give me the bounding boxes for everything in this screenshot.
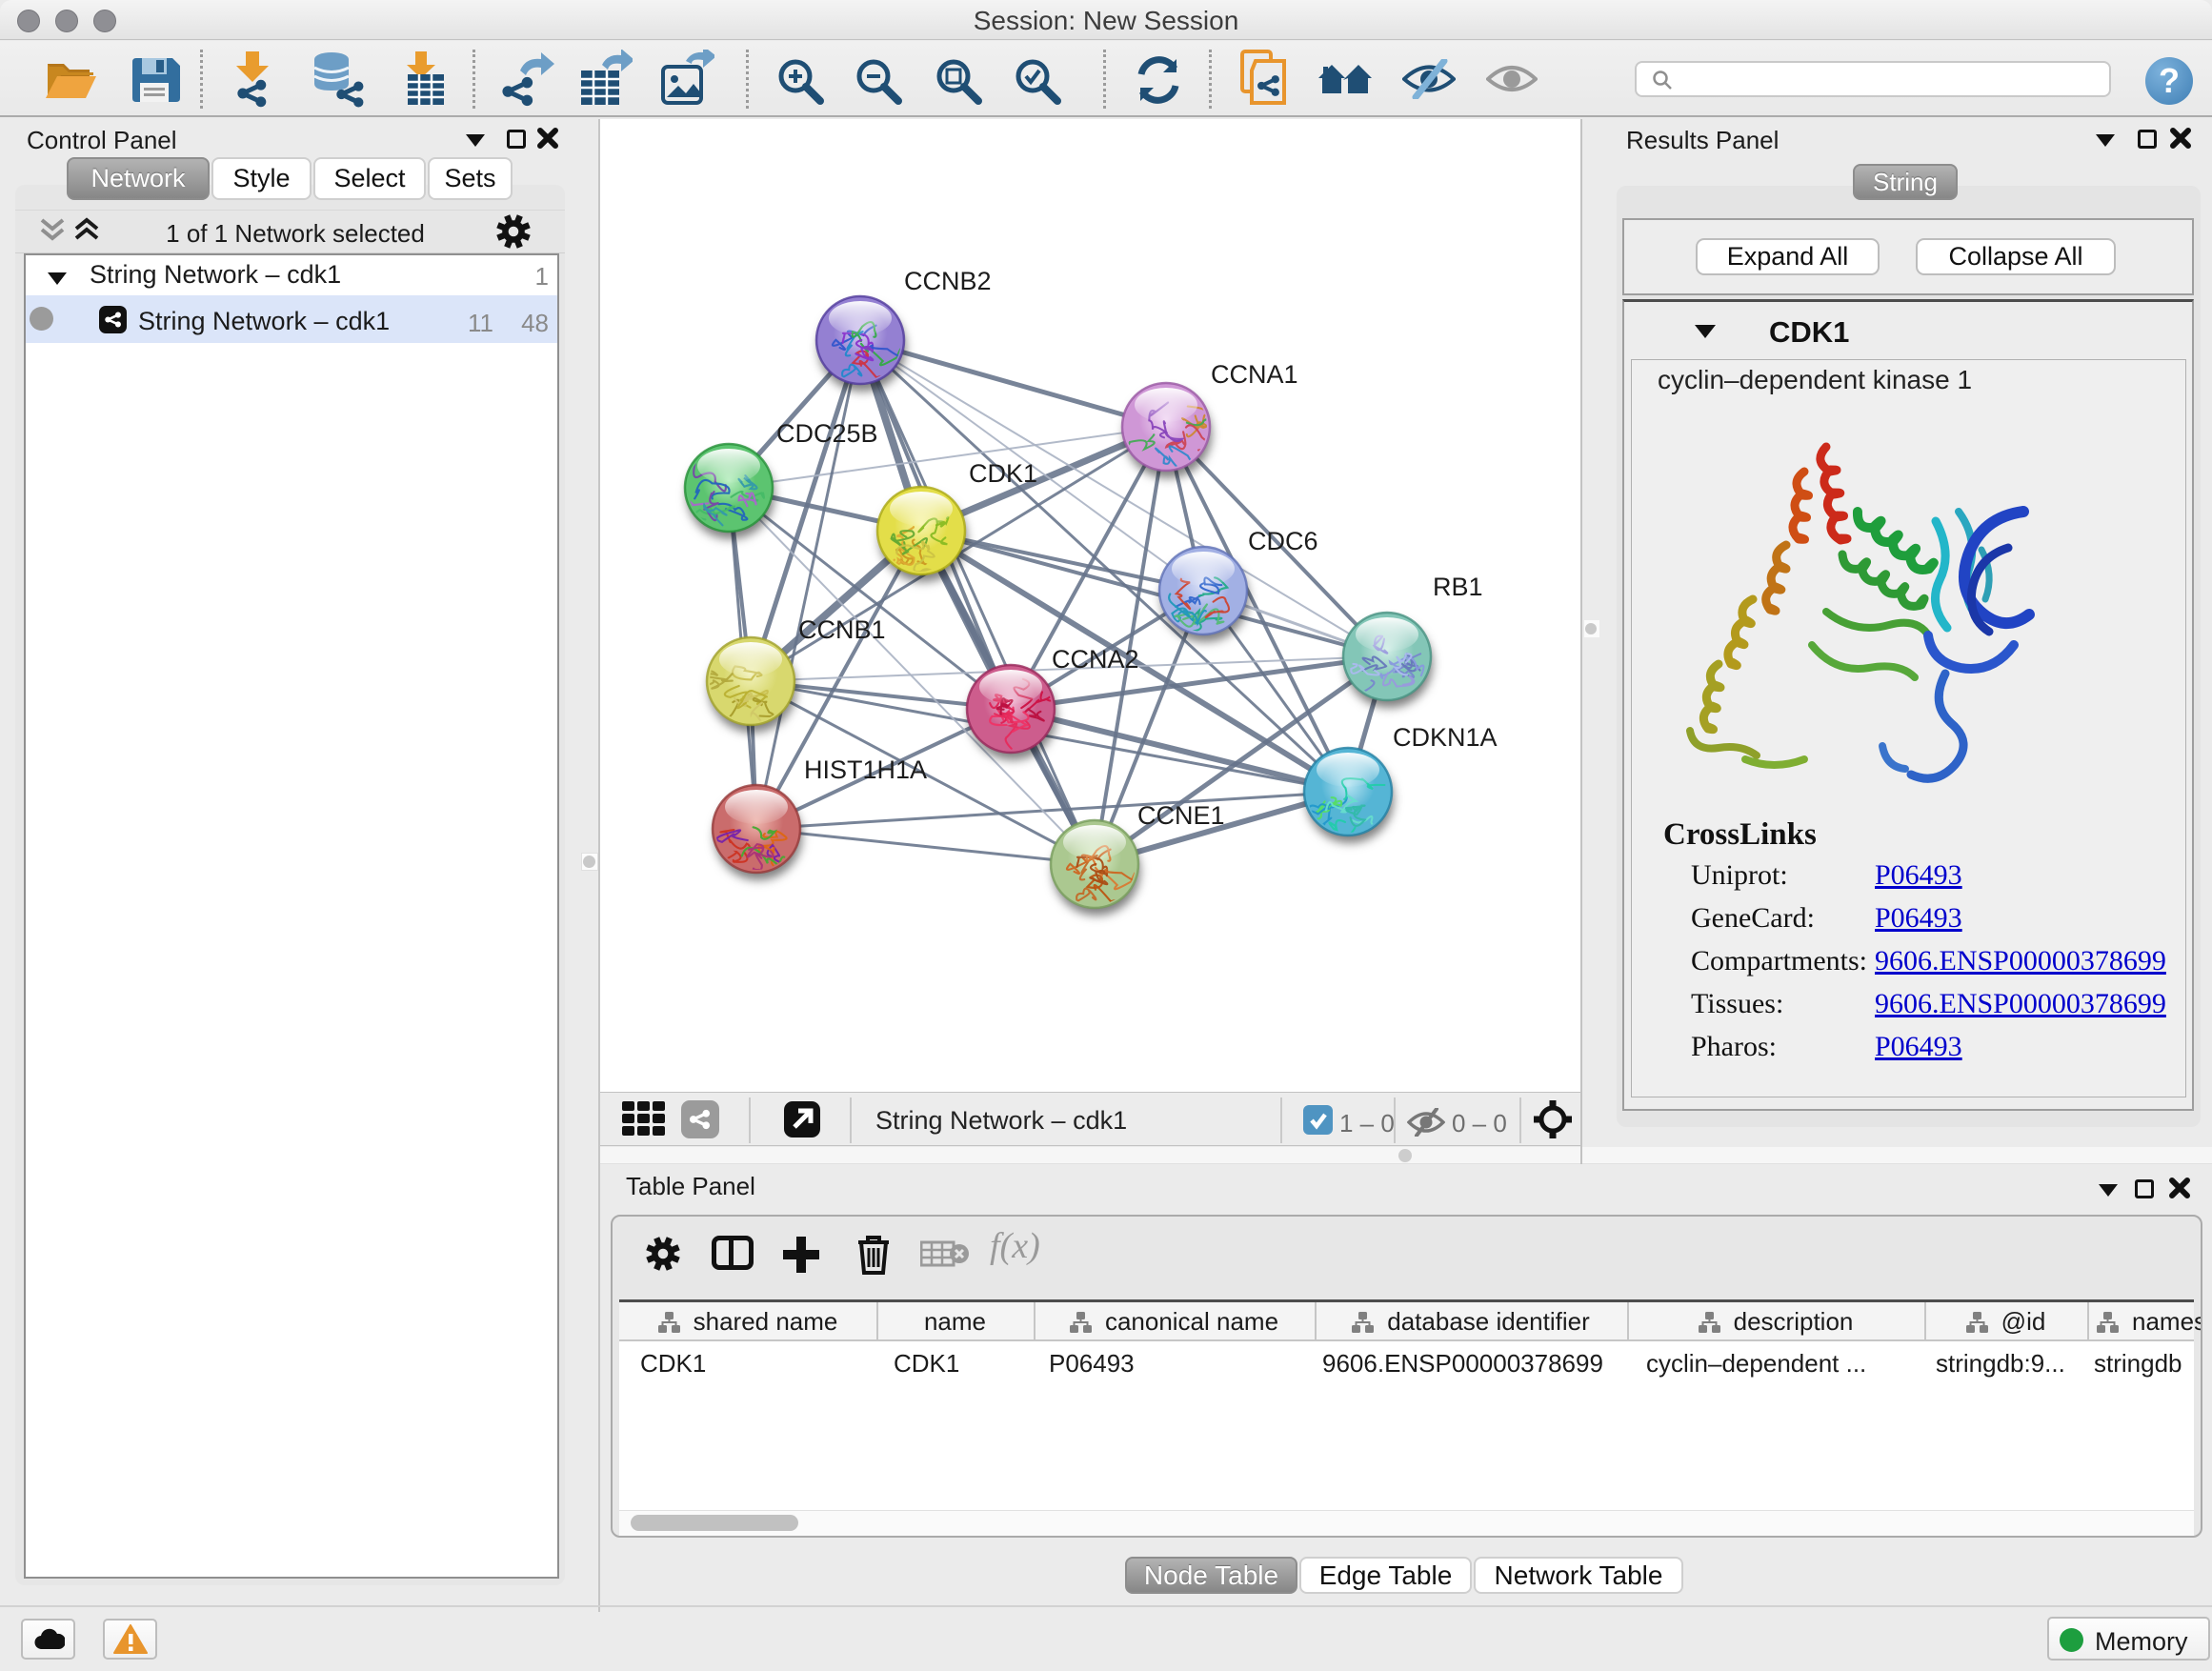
svg-text:CDKN1A: CDKN1A bbox=[1393, 723, 1498, 752]
svg-text:CDC6: CDC6 bbox=[1248, 527, 1318, 555]
svg-text:CCNB1: CCNB1 bbox=[798, 615, 886, 644]
svg-text:HIST1H1A: HIST1H1A bbox=[804, 755, 927, 784]
svg-text:CCNB2: CCNB2 bbox=[904, 267, 992, 295]
svg-text:CDK1: CDK1 bbox=[969, 459, 1037, 488]
svg-text:CDC25B: CDC25B bbox=[776, 419, 878, 448]
svg-text:CCNE1: CCNE1 bbox=[1137, 801, 1225, 830]
svg-text:CCNA2: CCNA2 bbox=[1052, 645, 1139, 674]
svg-text:RB1: RB1 bbox=[1433, 573, 1483, 601]
svg-text:CCNA1: CCNA1 bbox=[1211, 360, 1298, 389]
